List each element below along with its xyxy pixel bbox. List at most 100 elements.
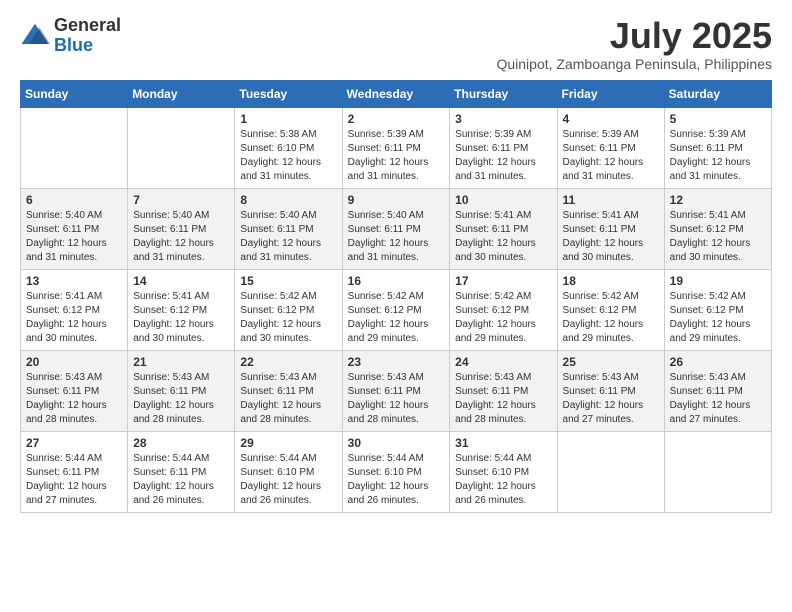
calendar-cell: 22 Sunrise: 5:43 AMSunset: 6:11 PMDayligh…	[235, 350, 342, 431]
day-info: Sunrise: 5:39 AMSunset: 6:11 PMDaylight:…	[455, 128, 551, 184]
day-info: Sunrise: 5:39 AMSunset: 6:11 PMDaylight:…	[348, 128, 445, 184]
calendar-cell: 25Sunrise: 5:43 AMSunset: 6:11 PMDayligh…	[557, 350, 664, 431]
day-number: 10	[455, 193, 551, 207]
calendar-cell: 23 Sunrise: 5:43 AMSunset: 6:11 PMDayligh…	[342, 350, 450, 431]
day-info: Sunrise: 5:41 AMSunset: 6:12 PMDaylight:…	[670, 209, 766, 265]
day-number: 13	[26, 274, 122, 288]
day-number: 16	[348, 274, 445, 288]
calendar-cell: 20 Sunrise: 5:43 AMSunset: 6:11 PMDayligh…	[21, 350, 128, 431]
calendar-week-row: 20 Sunrise: 5:43 AMSunset: 6:11 PMDayligh…	[21, 350, 772, 431]
calendar-cell: 12 Sunrise: 5:41 AMSunset: 6:12 PMDayligh…	[664, 188, 771, 269]
calendar-cell: 21Sunrise: 5:43 AMSunset: 6:11 PMDayligh…	[128, 350, 235, 431]
weekday-header-saturday: Saturday	[664, 80, 771, 107]
day-number: 20	[26, 355, 122, 369]
calendar-cell	[128, 107, 235, 188]
day-number: 23	[348, 355, 445, 369]
day-info: Sunrise: 5:42 AMSunset: 6:12 PMDaylight:…	[563, 290, 659, 346]
day-number: 19	[670, 274, 766, 288]
calendar-cell: 9Sunrise: 5:40 AMSunset: 6:11 PMDaylight…	[342, 188, 450, 269]
calendar-cell: 17 Sunrise: 5:42 AMSunset: 6:12 PMDayligh…	[450, 269, 557, 350]
weekday-header-tuesday: Tuesday	[235, 80, 342, 107]
calendar-cell: 3 Sunrise: 5:39 AMSunset: 6:11 PMDaylight…	[450, 107, 557, 188]
day-info: Sunrise: 5:42 AMSunset: 6:12 PMDaylight:…	[348, 290, 445, 346]
day-number: 17	[455, 274, 551, 288]
day-info: Sunrise: 5:41 AMSunset: 6:12 PMDaylight:…	[133, 290, 229, 346]
day-info: Sunrise: 5:39 AMSunset: 6:11 PMDaylight:…	[563, 128, 659, 184]
calendar-cell: 10 Sunrise: 5:41 AMSunset: 6:11 PMDayligh…	[450, 188, 557, 269]
day-info: Sunrise: 5:43 AMSunset: 6:11 PMDaylight:…	[240, 371, 336, 427]
day-info: Sunrise: 5:40 AMSunset: 6:11 PMDaylight:…	[348, 209, 445, 265]
calendar-week-row: 1 Sunrise: 5:38 AMSunset: 6:10 PMDaylight…	[21, 107, 772, 188]
page-header: General Blue July 2025 Quinipot, Zamboan…	[20, 16, 772, 72]
calendar-table: SundayMondayTuesdayWednesdayThursdayFrid…	[20, 80, 772, 513]
calendar-cell: 29 Sunrise: 5:44 AMSunset: 6:10 PMDayligh…	[235, 431, 342, 512]
calendar-cell: 16 Sunrise: 5:42 AMSunset: 6:12 PMDayligh…	[342, 269, 450, 350]
weekday-header-monday: Monday	[128, 80, 235, 107]
calendar-cell: 4 Sunrise: 5:39 AMSunset: 6:11 PMDaylight…	[557, 107, 664, 188]
title-area: July 2025 Quinipot, Zamboanga Peninsula,…	[496, 16, 772, 72]
day-info: Sunrise: 5:43 AMSunset: 6:11 PMDaylight:…	[26, 371, 122, 427]
logo: General Blue	[20, 16, 121, 54]
day-info: Sunrise: 5:42 AMSunset: 6:12 PMDaylight:…	[455, 290, 551, 346]
calendar-body: 1 Sunrise: 5:38 AMSunset: 6:10 PMDaylight…	[21, 107, 772, 512]
weekday-header-thursday: Thursday	[450, 80, 557, 107]
day-number: 29	[240, 436, 336, 450]
weekday-header-friday: Friday	[557, 80, 664, 107]
calendar-cell: 5 Sunrise: 5:39 AMSunset: 6:11 PMDaylight…	[664, 107, 771, 188]
weekday-header-row: SundayMondayTuesdayWednesdayThursdayFrid…	[21, 80, 772, 107]
calendar-cell: 31Sunrise: 5:44 AMSunset: 6:10 PMDayligh…	[450, 431, 557, 512]
day-number: 14	[133, 274, 229, 288]
weekday-header-sunday: Sunday	[21, 80, 128, 107]
logo-icon	[20, 20, 50, 50]
calendar-week-row: 27Sunrise: 5:44 AMSunset: 6:11 PMDayligh…	[21, 431, 772, 512]
day-info: Sunrise: 5:42 AMSunset: 6:12 PMDaylight:…	[670, 290, 766, 346]
calendar-cell: 24 Sunrise: 5:43 AMSunset: 6:11 PMDayligh…	[450, 350, 557, 431]
day-number: 27	[26, 436, 122, 450]
day-number: 6	[26, 193, 122, 207]
day-number: 30	[348, 436, 445, 450]
day-number: 3	[455, 112, 551, 126]
location-subtitle: Quinipot, Zamboanga Peninsula, Philippin…	[496, 56, 772, 72]
logo-blue: Blue	[54, 36, 121, 54]
day-info: Sunrise: 5:39 AMSunset: 6:11 PMDaylight:…	[670, 128, 766, 184]
day-info: Sunrise: 5:44 AMSunset: 6:10 PMDaylight:…	[455, 452, 551, 508]
day-info: Sunrise: 5:42 AMSunset: 6:12 PMDaylight:…	[240, 290, 336, 346]
day-info: Sunrise: 5:44 AMSunset: 6:10 PMDaylight:…	[348, 452, 445, 508]
day-number: 1	[240, 112, 336, 126]
day-info: Sunrise: 5:38 AMSunset: 6:10 PMDaylight:…	[240, 128, 336, 184]
day-info: Sunrise: 5:41 AMSunset: 6:11 PMDaylight:…	[455, 209, 551, 265]
day-number: 28	[133, 436, 229, 450]
logo-general: General	[54, 16, 121, 36]
day-info: Sunrise: 5:43 AMSunset: 6:11 PMDaylight:…	[563, 371, 659, 427]
day-number: 15	[240, 274, 336, 288]
day-number: 24	[455, 355, 551, 369]
day-number: 2	[348, 112, 445, 126]
day-info: Sunrise: 5:44 AMSunset: 6:10 PMDaylight:…	[240, 452, 336, 508]
calendar-cell: 8Sunrise: 5:40 AMSunset: 6:11 PMDaylight…	[235, 188, 342, 269]
day-number: 5	[670, 112, 766, 126]
day-number: 7	[133, 193, 229, 207]
calendar-cell	[557, 431, 664, 512]
day-info: Sunrise: 5:43 AMSunset: 6:11 PMDaylight:…	[455, 371, 551, 427]
calendar-cell: 2 Sunrise: 5:39 AMSunset: 6:11 PMDaylight…	[342, 107, 450, 188]
day-number: 4	[563, 112, 659, 126]
day-info: Sunrise: 5:41 AMSunset: 6:11 PMDaylight:…	[563, 209, 659, 265]
day-number: 18	[563, 274, 659, 288]
calendar-week-row: 6 Sunrise: 5:40 AMSunset: 6:11 PMDaylight…	[21, 188, 772, 269]
day-number: 11	[563, 193, 659, 207]
day-info: Sunrise: 5:43 AMSunset: 6:11 PMDaylight:…	[670, 371, 766, 427]
day-info: Sunrise: 5:40 AMSunset: 6:11 PMDaylight:…	[26, 209, 122, 265]
calendar-cell: 6 Sunrise: 5:40 AMSunset: 6:11 PMDaylight…	[21, 188, 128, 269]
day-number: 26	[670, 355, 766, 369]
calendar-cell: 18 Sunrise: 5:42 AMSunset: 6:12 PMDayligh…	[557, 269, 664, 350]
day-info: Sunrise: 5:40 AMSunset: 6:11 PMDaylight:…	[133, 209, 229, 265]
day-info: Sunrise: 5:43 AMSunset: 6:11 PMDaylight:…	[133, 371, 229, 427]
day-number: 12	[670, 193, 766, 207]
day-number: 8	[240, 193, 336, 207]
day-info: Sunrise: 5:41 AMSunset: 6:12 PMDaylight:…	[26, 290, 122, 346]
day-info: Sunrise: 5:43 AMSunset: 6:11 PMDaylight:…	[348, 371, 445, 427]
day-number: 22	[240, 355, 336, 369]
calendar-cell: 15 Sunrise: 5:42 AMSunset: 6:12 PMDayligh…	[235, 269, 342, 350]
calendar-cell: 14 Sunrise: 5:41 AMSunset: 6:12 PMDayligh…	[128, 269, 235, 350]
calendar-cell: 7 Sunrise: 5:40 AMSunset: 6:11 PMDaylight…	[128, 188, 235, 269]
